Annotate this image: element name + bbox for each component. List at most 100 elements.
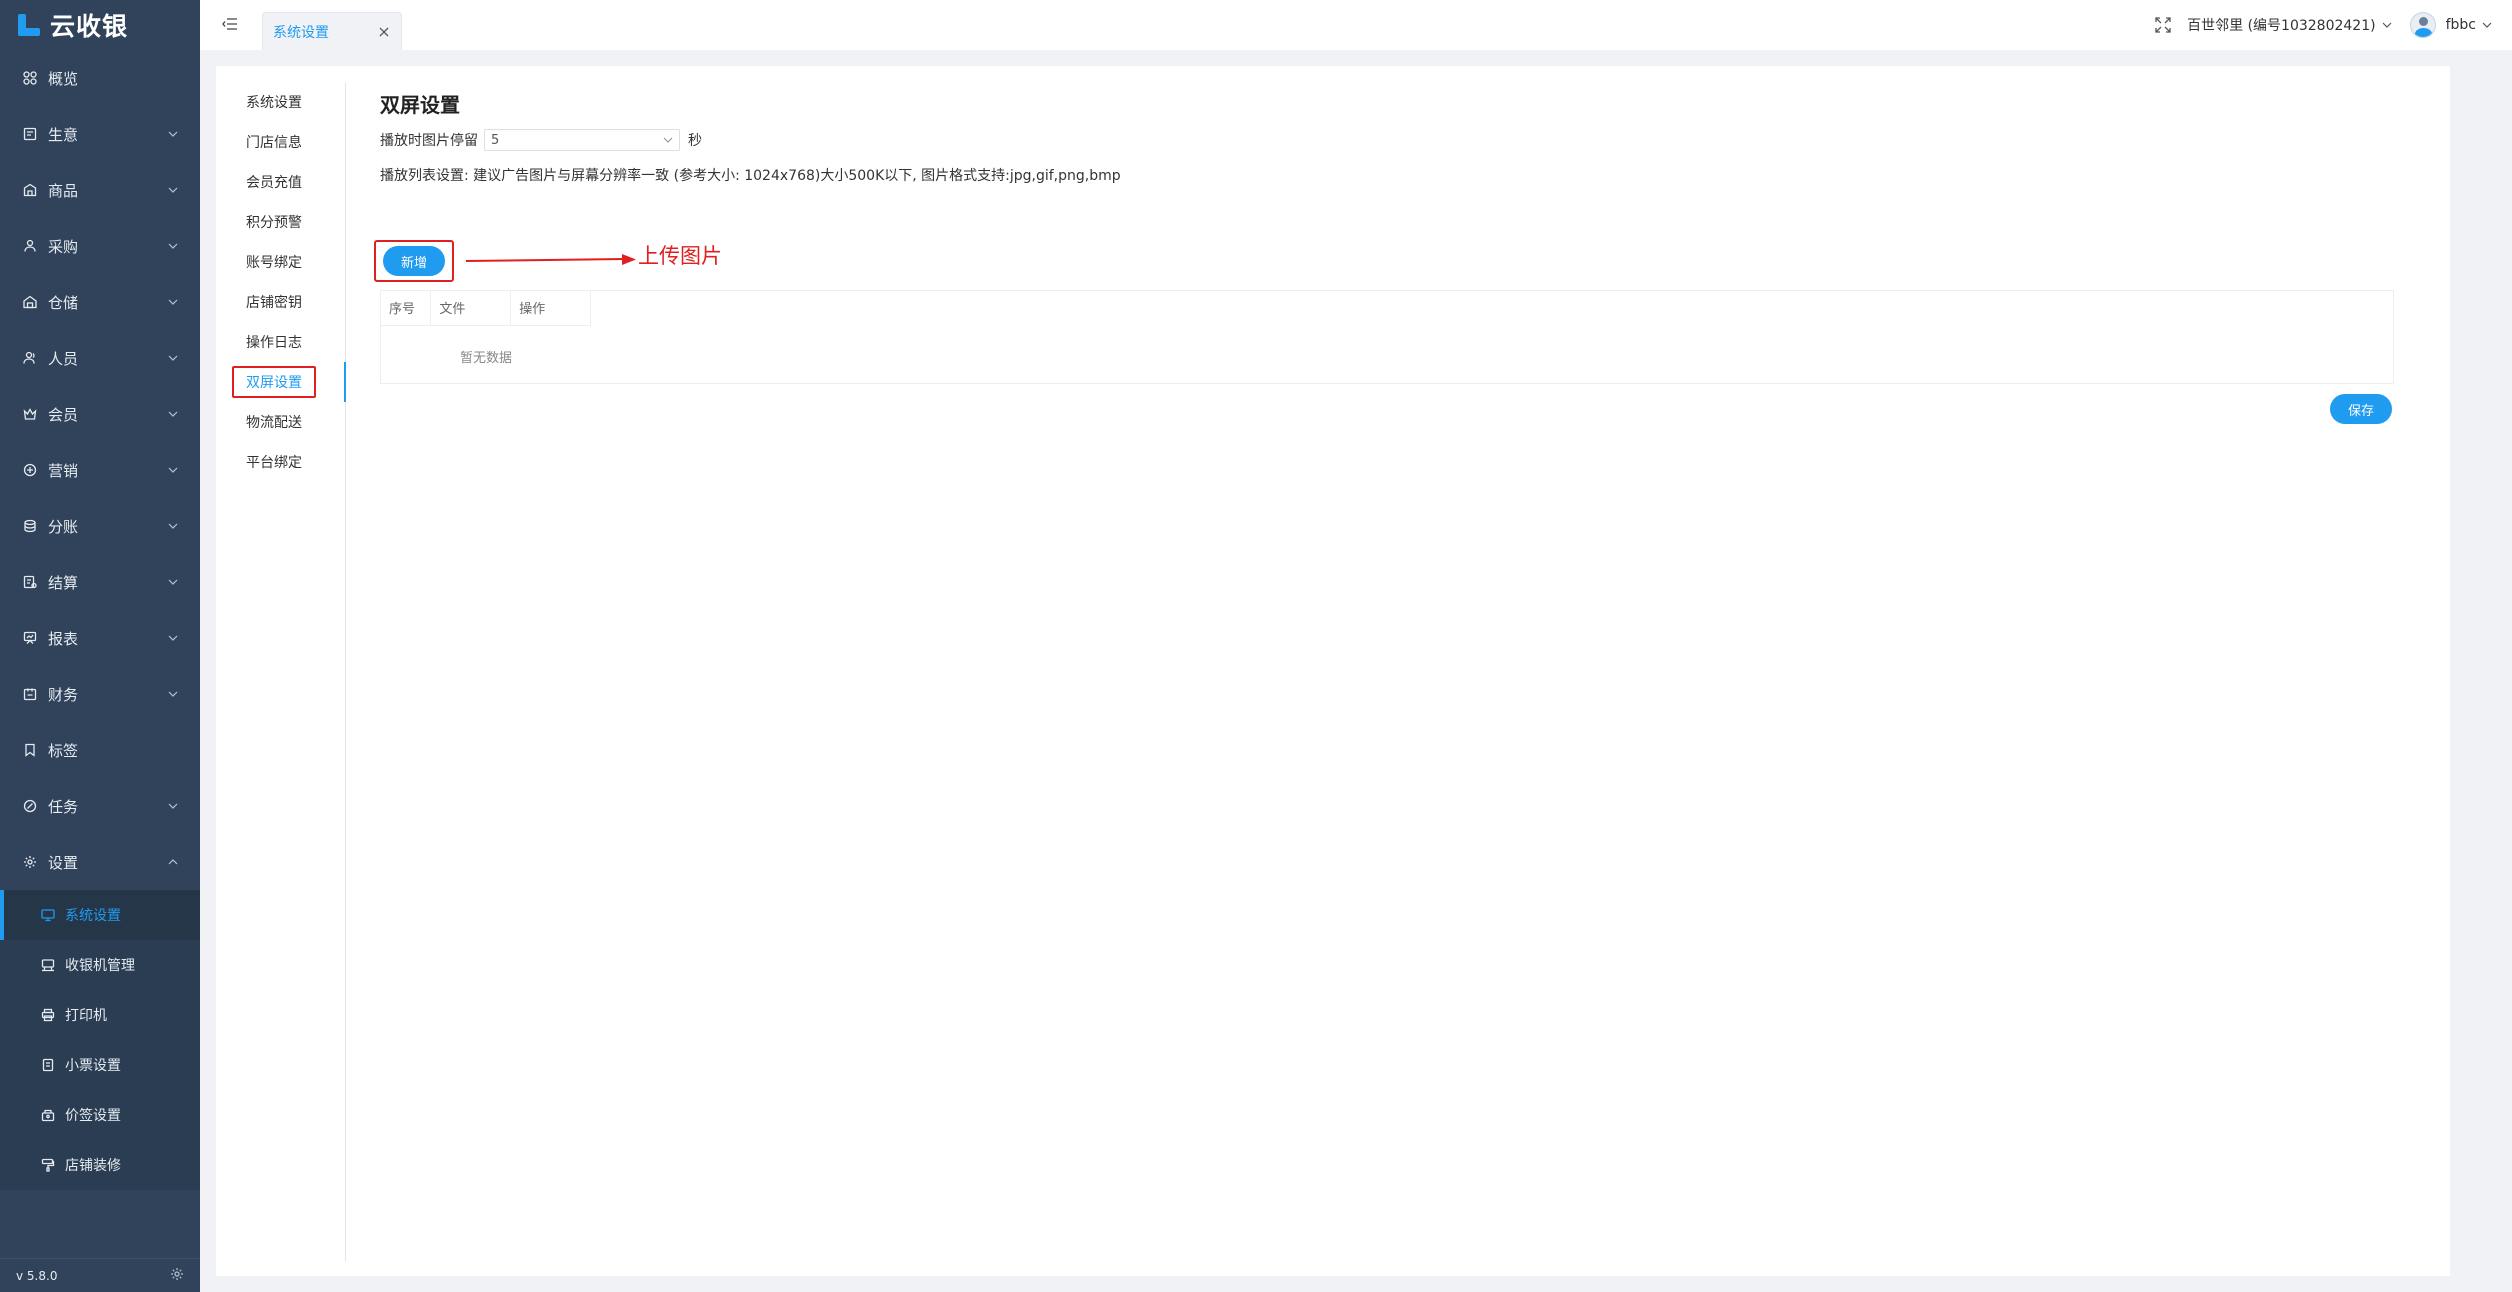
sidebar-item-label: 生意 [48, 125, 79, 144]
sidebar-subitem-store-decoration[interactable]: 店铺装修 [0, 1140, 200, 1190]
store-selector[interactable]: 百世邻里 (编号1032802421) [2187, 15, 2392, 35]
finance-icon [22, 686, 38, 702]
chevron-down-icon [166, 351, 180, 365]
sidebar-footer: v 5.8.0 [0, 1258, 200, 1292]
sidebar-item-goods[interactable]: 商品 [0, 162, 200, 218]
paint-roller-icon [40, 1157, 56, 1173]
sidebar-item-settlement[interactable]: 结算 [0, 554, 200, 610]
sidebar-item-marketing[interactable]: 营销 [0, 442, 200, 498]
fullscreen-icon[interactable] [2153, 15, 2173, 35]
main-menu: 概览 生意 商品 采购 仓储 人员 会员 营销 分账 结算 报表 财务 标签 任… [0, 50, 200, 890]
chevron-down-icon [166, 687, 180, 701]
column-header-file: 文件 [430, 291, 512, 326]
receipt-icon [40, 1057, 56, 1073]
chevron-down-icon [2382, 22, 2392, 28]
goods-icon [22, 182, 38, 198]
sidebar-item-label: 人员 [48, 349, 79, 368]
empty-state: 暂无数据 [459, 351, 512, 366]
settings-nav-logistics[interactable]: 物流配送 [230, 402, 345, 442]
logo[interactable]: 云收银 [0, 0, 200, 50]
save-button[interactable]: 保存 [2330, 394, 2393, 424]
sidebar-item-label: 营销 [48, 461, 79, 480]
sidebar-item-label: 会员 [48, 405, 79, 424]
settings-nav: 系统设置 门店信息 会员充值 积分预警 账号绑定 店铺密钥 操作日志 双屏设置 … [230, 82, 346, 1262]
annotation-arrow-icon [465, 254, 636, 265]
sidebar-subitem-system-settings[interactable]: 系统设置 [0, 890, 200, 940]
sidebar-item-task[interactable]: 任务 [0, 778, 200, 834]
chevron-down-icon [663, 137, 673, 143]
dwell-time-select[interactable]: 5 [484, 129, 680, 151]
settings-nav-label: 门店信息 [246, 135, 302, 151]
sidebar-subitem-label: 价签设置 [65, 1108, 121, 1124]
settings-nav-store-key[interactable]: 店铺密钥 [230, 282, 345, 322]
chevron-down-icon [2482, 22, 2492, 28]
settings-nav-store-info[interactable]: 门店信息 [230, 122, 345, 162]
sidebar-subitem-receipt[interactable]: 小票设置 [0, 1040, 200, 1090]
printer-icon [40, 1007, 56, 1023]
sidebar-item-label: 仓储 [48, 293, 79, 312]
sidebar-subitem-price-tag[interactable]: 价签设置 [0, 1090, 200, 1140]
dwell-value: 5 [491, 132, 500, 148]
sidebar-subitem-label: 系统设置 [65, 908, 121, 924]
sidebar: 云收银 概览 生意 商品 采购 仓储 人员 会员 营销 分账 结算 报表 财务 … [0, 0, 200, 1292]
settings-icon [22, 854, 38, 870]
sidebar-item-overview[interactable]: 概览 [0, 50, 200, 106]
settings-nav-label: 平台绑定 [246, 455, 302, 471]
settings-nav-operation-log[interactable]: 操作日志 [230, 322, 345, 362]
table-header-row: 序号 文件 操作 [381, 291, 591, 326]
sidebar-item-report[interactable]: 报表 [0, 610, 200, 666]
chevron-down-icon [166, 519, 180, 533]
add-button[interactable]: 新增 [382, 246, 445, 276]
sidebar-item-label: 标签 [48, 741, 79, 760]
chevron-down-icon [166, 127, 180, 141]
chevron-down-icon [166, 799, 180, 813]
member-icon [22, 406, 38, 422]
sidebar-item-label: 设置 [48, 853, 79, 872]
sidebar-subitem-printer[interactable]: 打印机 [0, 990, 200, 1040]
settings-nav-platform-binding[interactable]: 平台绑定 [230, 442, 345, 482]
top-right-area: 百世邻里 (编号1032802421) fbbc [2153, 0, 2492, 50]
chevron-down-icon [166, 239, 180, 253]
user-menu[interactable]: fbbc [2409, 12, 2492, 38]
staff-icon [22, 350, 38, 366]
chevron-up-icon [166, 855, 180, 869]
chevron-down-icon [166, 295, 180, 309]
settings-nav-label: 账号绑定 [246, 255, 302, 271]
top-bar: 系统设置 百世邻里 (编号1032802421) fbbc [200, 0, 2512, 50]
sidebar-item-purchase[interactable]: 采购 [0, 218, 200, 274]
settings-nav-points-alert[interactable]: 积分预警 [230, 202, 345, 242]
settings-nav-account-binding[interactable]: 账号绑定 [230, 242, 345, 282]
sidebar-item-warehouse[interactable]: 仓储 [0, 274, 200, 330]
sidebar-subitem-label: 店铺装修 [65, 1158, 121, 1174]
close-icon[interactable] [377, 25, 391, 39]
chevron-down-icon [166, 575, 180, 589]
sidebar-item-label: 报表 [48, 629, 79, 648]
logo-text: 云收银 [50, 12, 129, 41]
chevron-down-icon [166, 463, 180, 477]
tab-system-settings[interactable]: 系统设置 [262, 12, 402, 50]
sidebar-subitem-cash-register[interactable]: 收银机管理 [0, 940, 200, 990]
settings-submenu: 系统设置 收银机管理 打印机 小票设置 价签设置 店铺装修 [0, 890, 200, 1190]
chevron-down-icon [166, 183, 180, 197]
gear-icon[interactable] [170, 1267, 184, 1284]
sidebar-item-member[interactable]: 会员 [0, 386, 200, 442]
sidebar-item-settings[interactable]: 设置 [0, 834, 200, 890]
settings-nav-system[interactable]: 系统设置 [230, 82, 345, 122]
sidebar-subitem-label: 小票设置 [65, 1058, 121, 1074]
settings-nav-dual-screen[interactable]: 双屏设置 [230, 362, 346, 402]
sidebar-item-label: 结算 [48, 573, 79, 592]
sidebar-item-finance[interactable]: 财务 [0, 666, 200, 722]
marketing-icon [22, 462, 38, 478]
tab-label: 系统设置 [273, 24, 329, 41]
sidebar-item-staff[interactable]: 人员 [0, 330, 200, 386]
sidebar-item-business[interactable]: 生意 [0, 106, 200, 162]
settings-nav-member-recharge[interactable]: 会员充值 [230, 162, 345, 202]
content-panel: 系统设置 门店信息 会员充值 积分预警 账号绑定 店铺密钥 操作日志 双屏设置 … [216, 66, 2450, 1276]
column-header-index: 序号 [381, 291, 432, 326]
task-icon [22, 798, 38, 814]
version-label: v 5.8.0 [16, 1268, 58, 1283]
sidebar-item-split-account[interactable]: 分账 [0, 498, 200, 554]
page-title: 双屏设置 [380, 93, 460, 117]
sidebar-item-tag[interactable]: 标签 [0, 722, 200, 778]
menu-collapse-icon[interactable] [220, 14, 240, 34]
